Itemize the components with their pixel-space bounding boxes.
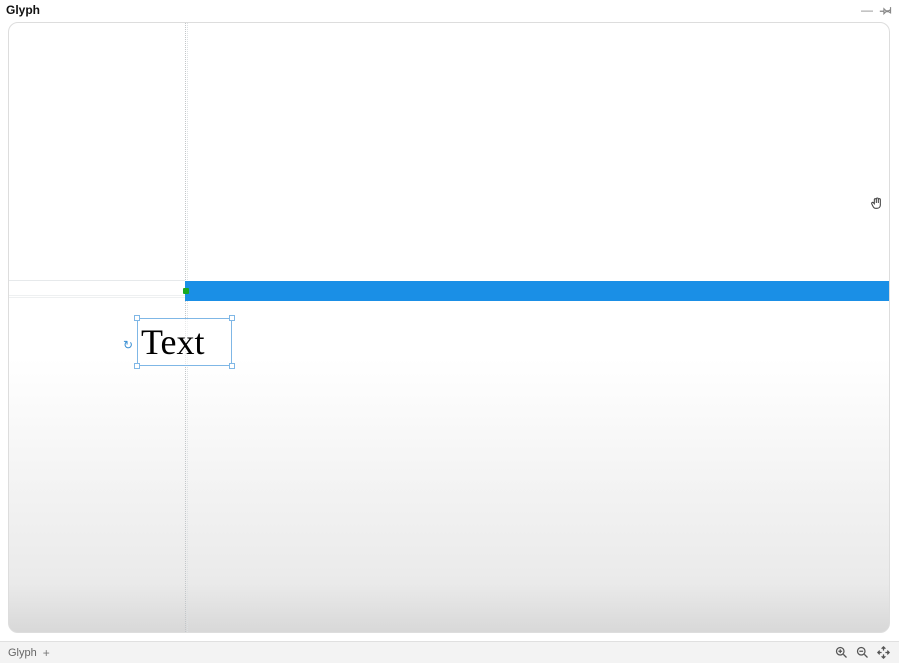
shape-rectangle[interactable] bbox=[185, 281, 889, 301]
resize-handle[interactable] bbox=[134, 315, 140, 321]
pin-icon[interactable] bbox=[879, 3, 893, 17]
horizontal-guide bbox=[9, 295, 185, 296]
fit-view-icon[interactable] bbox=[876, 645, 891, 660]
text-object[interactable]: Text bbox=[137, 318, 232, 366]
titlebar: Glyph — bbox=[0, 0, 899, 20]
resize-handle[interactable] bbox=[229, 315, 235, 321]
tab-glyph[interactable]: Glyph bbox=[8, 647, 37, 659]
zoom-in-icon[interactable] bbox=[834, 645, 849, 660]
horizontal-guide bbox=[9, 297, 185, 298]
text-content[interactable]: Text bbox=[141, 324, 204, 360]
hand-cursor-icon bbox=[869, 195, 885, 211]
horizontal-guide bbox=[9, 280, 185, 281]
add-tab-button[interactable]: + bbox=[43, 646, 50, 660]
resize-handle[interactable] bbox=[229, 363, 235, 369]
rotate-handle-icon[interactable]: ↻ bbox=[123, 339, 135, 351]
panel-title: Glyph bbox=[6, 3, 40, 17]
window-controls: — bbox=[861, 3, 893, 17]
glyph-canvas[interactable]: ↻ Text bbox=[8, 22, 890, 633]
minimize-button[interactable]: — bbox=[861, 4, 873, 16]
status-bar: Glyph + bbox=[0, 641, 899, 663]
anchor-point[interactable] bbox=[183, 288, 189, 294]
resize-handle[interactable] bbox=[134, 363, 140, 369]
zoom-out-icon[interactable] bbox=[855, 645, 870, 660]
glyph-panel: Glyph — ↻ Text bbox=[0, 0, 899, 663]
